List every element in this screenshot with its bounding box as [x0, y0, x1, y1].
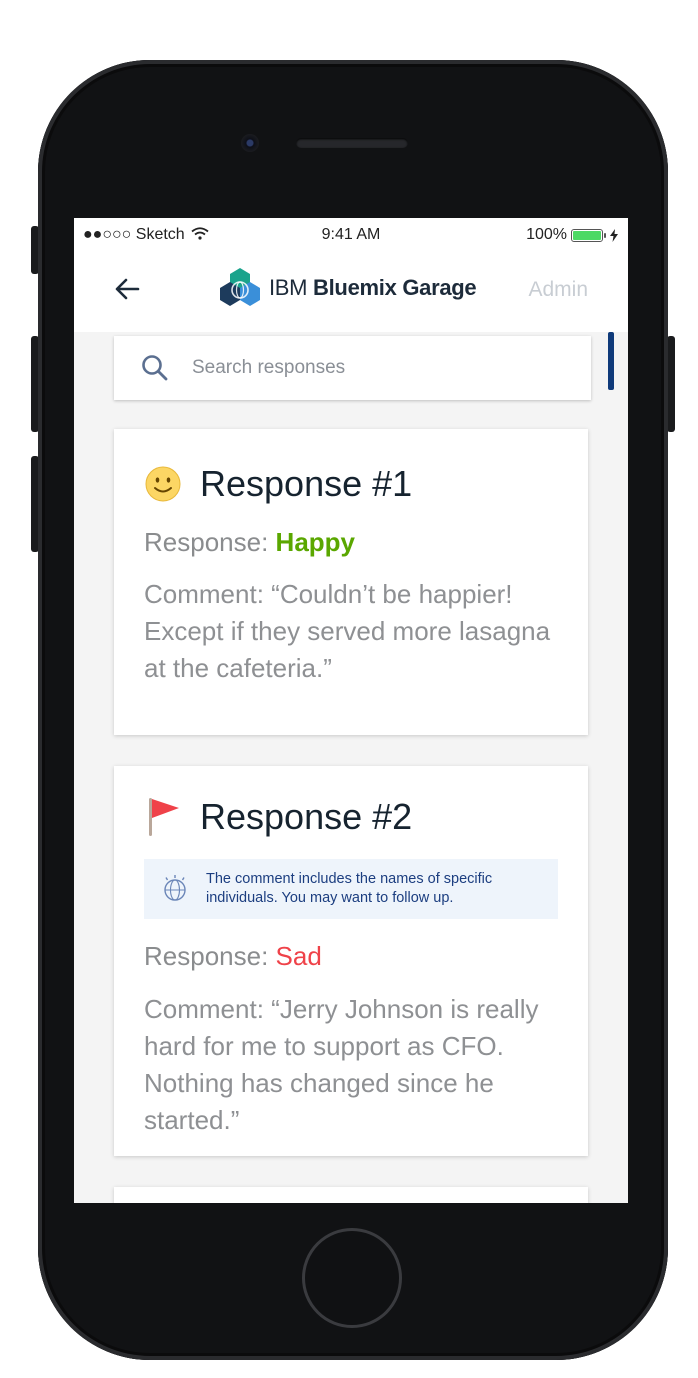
response-value-happy: Happy — [275, 527, 356, 557]
logo-text: IBM Bluemix Garage — [269, 275, 477, 300]
screen: ●●○○○ Sketch 9:41 AM 100% IBM Bluemix Ga… — [74, 218, 628, 1203]
home-button[interactable] — [302, 1228, 402, 1328]
watson-icon — [164, 875, 186, 901]
response-card[interactable]: Response #1 Response: Happy Comment: “Co… — [114, 429, 588, 735]
search-box[interactable] — [114, 336, 591, 400]
card-title: Response #2 — [144, 796, 412, 838]
status-bar: ●●○○○ Sketch 9:41 AM 100% — [74, 218, 628, 252]
response-card[interactable]: Response #2 The comment includes the nam… — [114, 766, 588, 1156]
response-row: Response: Sad — [144, 941, 322, 972]
search-icon — [142, 355, 168, 381]
smiley-icon — [145, 466, 181, 502]
comment-text: Comment: “Couldn’t be happier! Except if… — [144, 576, 564, 687]
front-camera — [241, 134, 259, 152]
scrollbar-thumb[interactable] — [608, 332, 614, 390]
charging-bolt-icon — [610, 228, 618, 242]
earpiece-speaker — [296, 138, 408, 148]
response-label: Response: — [144, 527, 269, 557]
response-title: Response #1 — [200, 463, 413, 504]
battery-icon — [571, 228, 606, 242]
hexagon-logo-icon — [220, 268, 260, 306]
search-input[interactable] — [190, 356, 554, 380]
red-flag-icon — [149, 798, 179, 836]
response-title: Response #2 — [200, 796, 413, 837]
app-header: IBM Bluemix Garage Admin — [74, 252, 628, 332]
back-arrow-icon[interactable] — [112, 274, 142, 304]
comment-label: Comment: — [144, 994, 264, 1024]
comment-text: Comment: “Jerry Johnson is really hard f… — [144, 991, 564, 1139]
admin-link[interactable]: Admin — [528, 278, 588, 302]
ibm-bluemix-garage-logo: IBM Bluemix Garage — [217, 266, 477, 310]
response-label: Response: — [144, 941, 269, 971]
battery-percent: 100% — [526, 226, 567, 243]
battery-status: 100% — [526, 226, 618, 244]
power-button — [667, 336, 675, 432]
watson-alert-banner: The comment includes the names of specif… — [144, 859, 558, 919]
response-row: Response: Happy — [144, 527, 355, 558]
alert-message: The comment includes the names of specif… — [206, 871, 493, 906]
comment-label: Comment: — [144, 579, 264, 609]
response-card[interactable] — [114, 1187, 588, 1203]
card-title: Response #1 — [144, 463, 412, 505]
response-value-sad: Sad — [275, 941, 322, 971]
